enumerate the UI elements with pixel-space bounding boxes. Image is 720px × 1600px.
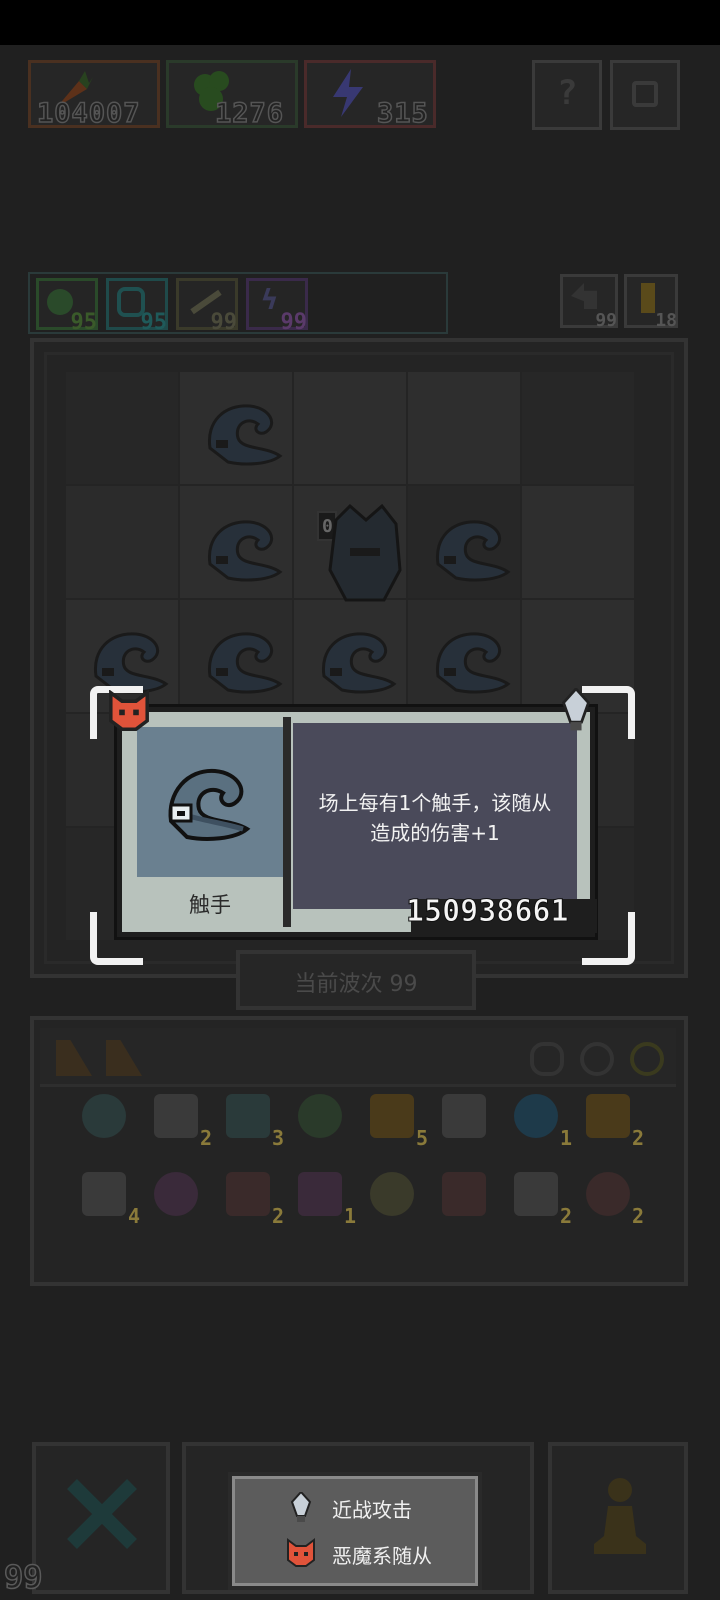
inventory-item[interactable] xyxy=(148,1166,204,1222)
inventory-item[interactable]: 5 xyxy=(364,1088,428,1150)
item-icon xyxy=(226,1094,270,1138)
description-line-1: 场上每有1个触手，该随从 xyxy=(318,791,552,815)
item-icon xyxy=(586,1094,630,1138)
item-icon xyxy=(154,1172,198,1216)
item-icon xyxy=(82,1094,126,1138)
item-icon xyxy=(586,1172,630,1216)
bottom-count: 99 xyxy=(3,1557,43,1597)
cancel-button[interactable] xyxy=(32,1442,170,1594)
item-quantity: 1 xyxy=(559,1126,572,1150)
inventory-item[interactable]: 2 xyxy=(580,1088,644,1150)
item-icon xyxy=(370,1172,414,1216)
item-quantity: 2 xyxy=(271,1204,284,1228)
item-icon xyxy=(442,1172,486,1216)
wave-label: 当前波次 99 xyxy=(294,972,418,997)
divider xyxy=(283,717,291,927)
item-icon xyxy=(226,1172,270,1216)
legend-label: 恶魔系随从 xyxy=(332,1544,432,1568)
sword-icon xyxy=(561,688,591,731)
inventory-item[interactable] xyxy=(292,1088,348,1144)
power-value: 150938661 xyxy=(406,894,570,930)
item-icon xyxy=(154,1094,198,1138)
ring-filter-icon[interactable] xyxy=(580,1042,614,1076)
item-icon xyxy=(298,1094,342,1138)
inventory-item[interactable] xyxy=(436,1088,492,1144)
item-icon xyxy=(82,1172,126,1216)
description-panel xyxy=(293,723,577,909)
gem-filter-icon[interactable] xyxy=(630,1042,664,1076)
inventory-item[interactable]: 1 xyxy=(292,1166,356,1228)
tentacle-unit[interactable] xyxy=(321,632,396,694)
inventory-item[interactable]: 3 xyxy=(220,1088,284,1150)
demon-icon xyxy=(109,690,149,731)
tentacle-portrait-icon xyxy=(168,768,251,841)
inventory-item[interactable]: 2 xyxy=(508,1166,572,1228)
inventory-item[interactable]: 4 xyxy=(76,1166,140,1228)
inventory-item[interactable]: 2 xyxy=(148,1088,212,1150)
item-icon xyxy=(370,1094,414,1138)
legend-label: 近战攻击 xyxy=(332,1498,412,1522)
demon-icon xyxy=(287,1538,315,1567)
tentacle-unit[interactable] xyxy=(93,632,168,694)
item-quantity: 4 xyxy=(127,1204,140,1228)
item-quantity: 3 xyxy=(271,1126,284,1150)
tentacle-unit[interactable] xyxy=(207,520,282,582)
item-quantity: 1 xyxy=(343,1204,356,1228)
tentacle-unit[interactable] xyxy=(207,404,282,466)
item-icon xyxy=(442,1094,486,1138)
item-quantity: 2 xyxy=(631,1204,644,1228)
pawn-button[interactable] xyxy=(548,1442,688,1594)
tentacle-unit[interactable] xyxy=(435,632,510,694)
inventory-item[interactable] xyxy=(364,1166,420,1222)
boss-level: 0 xyxy=(322,516,333,537)
close-icon xyxy=(67,1479,137,1549)
tentacle-unit[interactable] xyxy=(207,632,282,694)
item-icon xyxy=(514,1172,558,1216)
pawn-icon xyxy=(594,1478,646,1554)
inventory-item[interactable] xyxy=(76,1088,132,1144)
sword-icon xyxy=(290,1492,312,1522)
inventory-item[interactable] xyxy=(436,1166,492,1222)
item-quantity: 5 xyxy=(415,1126,428,1150)
inventory-item[interactable]: 2 xyxy=(580,1166,644,1228)
tentacle-unit[interactable] xyxy=(435,520,510,582)
item-icon xyxy=(514,1094,558,1138)
inventory-item[interactable]: 1 xyxy=(508,1088,572,1150)
item-icon xyxy=(298,1172,342,1216)
inventory-item[interactable]: 2 xyxy=(220,1166,284,1228)
description-line-2: 造成的伤害+1 xyxy=(370,821,500,845)
item-quantity: 2 xyxy=(559,1204,572,1228)
unit-name: 触手 xyxy=(189,893,231,917)
bug-filter-icon[interactable] xyxy=(530,1042,564,1076)
item-quantity: 2 xyxy=(631,1126,644,1150)
item-quantity: 2 xyxy=(199,1126,212,1150)
legend-tooltip xyxy=(228,1472,482,1590)
